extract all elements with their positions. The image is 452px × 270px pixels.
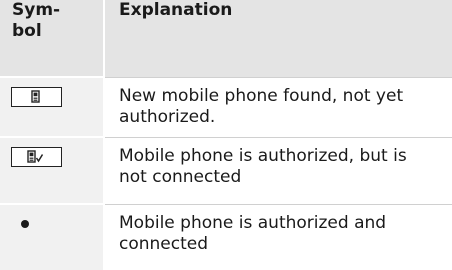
- filled-dot-icon: [11, 214, 62, 234]
- symbol-cell: [0, 203, 105, 270]
- explanation-text: Mobile phone is authorized, but is not c…: [119, 145, 407, 187]
- symbol-cell: [0, 76, 105, 137]
- phone-in-box-icon: [11, 87, 62, 107]
- explanation-cell: New mobile phone found, not yet authoriz…: [104, 76, 452, 137]
- symbol-header-text: Sym- bol: [12, 0, 61, 41]
- explanation-cell: Mobile phone is authorized and connected: [104, 203, 452, 270]
- table-header-row: Sym- bol Explanation: [0, 0, 452, 77]
- explanation-cell: Mobile phone is authorized, but is not c…: [104, 136, 452, 204]
- symbol-column-header: Sym- bol: [0, 0, 105, 77]
- phone-with-checkmark-in-box-icon: [11, 147, 62, 167]
- explanation-text: Mobile phone is authorized and connected: [119, 212, 387, 254]
- table-row: New mobile phone found, not yet authoriz…: [0, 76, 452, 137]
- table-row: Mobile phone is authorized and connected: [0, 203, 452, 270]
- table-row: Mobile phone is authorized, but is not c…: [0, 136, 452, 204]
- symbol-cell: [0, 136, 105, 204]
- explanation-column-header: Explanation: [104, 0, 452, 77]
- symbol-explanation-table: Sym- bol Explanation New mobile phone fo…: [0, 0, 452, 270]
- explanation-text: New mobile phone found, not yet authoriz…: [119, 85, 404, 127]
- explanation-header-text: Explanation: [119, 0, 233, 20]
